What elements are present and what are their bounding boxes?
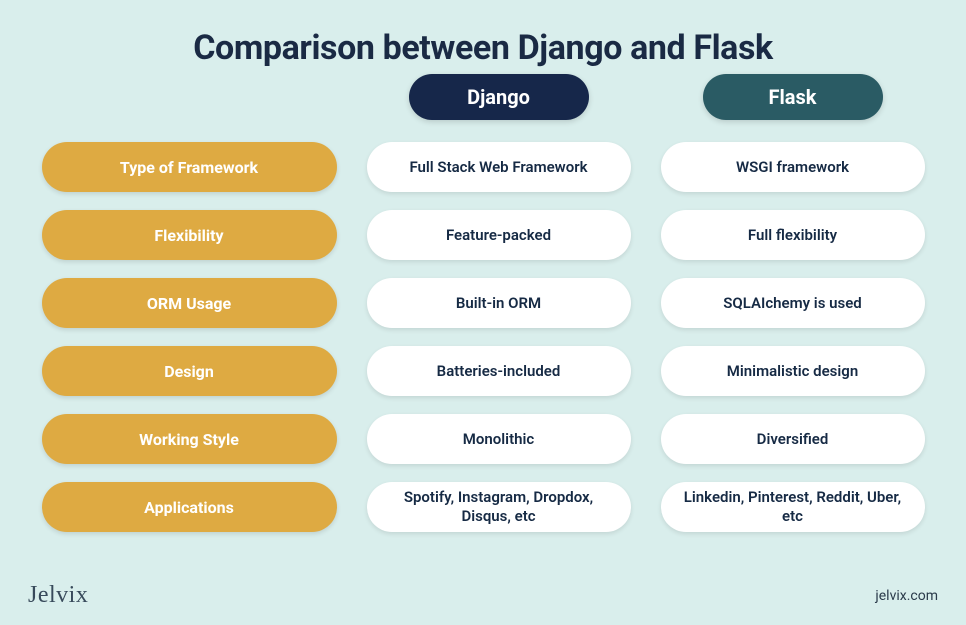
row-label-type-of-framework: Type of Framework: [42, 142, 337, 192]
brand-url: jelvix.com: [875, 588, 938, 604]
django-value-applications: Spotify, Instagram, Dropdox, Disqus, etc: [367, 482, 631, 532]
django-value-working-style: Monolithic: [367, 414, 631, 464]
django-value-flexibility: Feature-packed: [367, 210, 631, 260]
column-header-django: Django: [409, 74, 589, 120]
flask-value-orm: SQLAIchemy is used: [661, 278, 925, 328]
row-label-orm-usage: ORM Usage: [42, 278, 337, 328]
row-label-flexibility: Flexibility: [42, 210, 337, 260]
flask-value-flexibility: Full flexibility: [661, 210, 925, 260]
page-title: Comparison between Django and Flask: [0, 0, 966, 74]
flask-value-design: Minimalistic design: [661, 346, 925, 396]
row-label-design: Design: [42, 346, 337, 396]
django-value-orm: Built-in ORM: [367, 278, 631, 328]
row-label-working-style: Working Style: [42, 414, 337, 464]
column-header-flask: Flask: [703, 74, 883, 120]
row-label-applications: Applications: [42, 482, 337, 532]
brand-logo: Jelvix: [28, 582, 88, 609]
footer: Jelvix jelvix.com: [0, 582, 966, 609]
flask-value-working-style: Diversified: [661, 414, 925, 464]
flask-value-applications: Linkedin, Pinterest, Reddit, Uber, etc: [661, 482, 925, 532]
flask-value-type: WSGI framework: [661, 142, 925, 192]
comparison-grid: Django Flask Type of Framework Full Stac…: [0, 74, 966, 532]
django-value-design: Batteries-included: [367, 346, 631, 396]
django-value-type: Full Stack Web Framework: [367, 142, 631, 192]
